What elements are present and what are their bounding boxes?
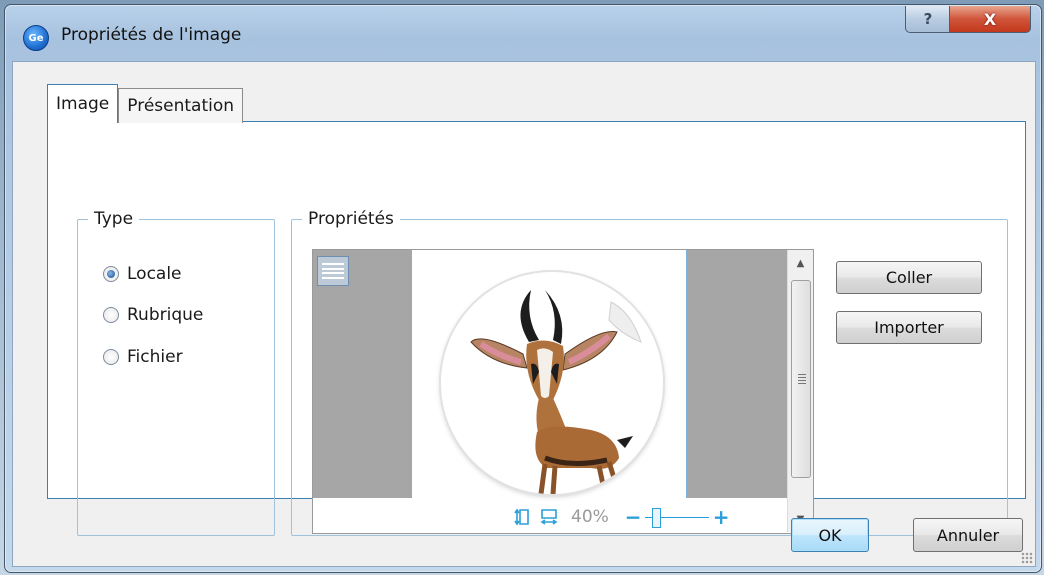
scroll-up-icon[interactable]: ▲ — [788, 252, 813, 274]
radio-rubrique[interactable]: Rubrique — [103, 305, 203, 325]
tab-image[interactable]: Image — [47, 84, 119, 123]
radio-locale[interactable]: Locale — [103, 264, 182, 284]
scroll-thumb[interactable] — [791, 280, 811, 478]
radio-label: Rubrique — [127, 305, 204, 325]
zoom-percent: 40% — [571, 507, 609, 527]
gazelle-icon — [470, 290, 642, 494]
vertical-scrollbar[interactable]: ▲ ▼ — [787, 250, 813, 532]
radio-button[interactable] — [103, 307, 119, 323]
dialog-body: Type Locale Rubrique Fichier Propriétés — [12, 61, 1036, 567]
zoom-out-button[interactable]: − — [625, 505, 642, 529]
paste-button[interactable]: Coller — [836, 261, 982, 294]
app-icon: Ge — [23, 25, 49, 51]
zoom-slider[interactable] — [644, 507, 709, 528]
close-button[interactable]: X — [949, 6, 1031, 33]
dialog-window: Ge Propriétés de l'image ? X Type Locale… — [4, 4, 1042, 573]
preview-menu-icon[interactable] — [317, 256, 349, 286]
radio-button-checked[interactable] — [103, 266, 119, 282]
fit-height-icon[interactable] — [513, 507, 533, 527]
zoom-in-button[interactable]: + — [713, 505, 730, 529]
radio-label: Locale — [127, 264, 182, 284]
image-thumbnail — [441, 272, 663, 494]
resize-grip[interactable] — [1021, 552, 1033, 564]
preview-margin-left — [313, 250, 412, 498]
window-title: Propriétés de l'image — [61, 25, 242, 45]
import-button[interactable]: Importer — [836, 311, 982, 344]
properties-group: Propriétés ▲ 40% − + Coller Importer — [291, 209, 1008, 536]
radio-fichier[interactable]: Fichier — [103, 347, 183, 367]
ok-button[interactable]: OK — [791, 518, 869, 552]
image-preview: ▲ ▼ 40% − — [312, 249, 814, 534]
tab-panel-image: Type Locale Rubrique Fichier Propriétés — [47, 121, 1026, 536]
cancel-button[interactable]: Annuler — [913, 518, 1023, 552]
close-icon: X — [983, 9, 997, 29]
zoom-slider-thumb[interactable] — [651, 508, 661, 528]
type-group: Type Locale Rubrique Fichier — [77, 209, 275, 536]
properties-group-legend: Propriétés — [308, 209, 394, 229]
help-button[interactable]: ? — [905, 6, 951, 33]
help-icon: ? — [923, 10, 933, 28]
radio-label: Fichier — [127, 347, 183, 367]
fit-width-icon[interactable] — [539, 507, 559, 527]
title-bar[interactable]: Ge Propriétés de l'image ? X — [5, 5, 1041, 63]
tab-presentation[interactable]: Présentation — [118, 88, 244, 123]
radio-button[interactable] — [103, 349, 119, 365]
preview-margin-right — [686, 250, 787, 498]
type-group-legend: Type — [94, 209, 134, 229]
tab-strip: Image Présentation — [47, 84, 244, 123]
zoom-toolbar: 40% − + — [513, 505, 730, 529]
